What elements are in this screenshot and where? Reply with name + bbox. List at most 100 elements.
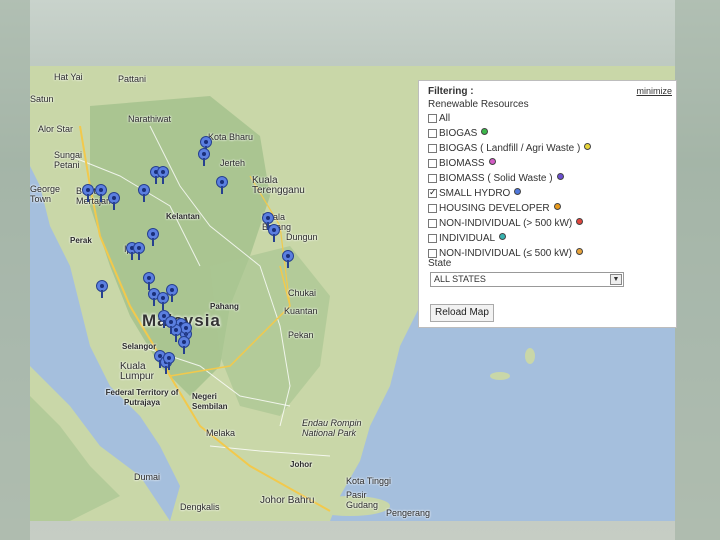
- small-hydro-pin[interactable]: [138, 184, 150, 202]
- reload-map-button[interactable]: Reload Map: [430, 304, 494, 322]
- pin-dot: [204, 140, 208, 144]
- filter-option[interactable]: All: [428, 112, 450, 125]
- small-hydro-pin[interactable]: [178, 336, 190, 354]
- marker-legend-icon: [576, 218, 584, 225]
- pin-tip: [175, 334, 177, 342]
- small-hydro-pin[interactable]: [157, 166, 169, 184]
- place-label: Pattani: [118, 74, 147, 84]
- marker-legend-icon: [499, 233, 507, 240]
- filter-checkbox[interactable]: [428, 204, 437, 213]
- filter-option[interactable]: HOUSING DEVELOPER: [428, 202, 561, 215]
- small-hydro-pin[interactable]: [165, 316, 177, 334]
- pin-tip: [138, 252, 140, 260]
- filter-panel-title: Filtering :: [428, 86, 474, 97]
- pin-tip: [171, 294, 173, 302]
- pin-tip: [113, 202, 115, 210]
- small-hydro-pin[interactable]: [282, 250, 294, 268]
- small-hydro-pin[interactable]: [133, 242, 145, 260]
- marker-legend-icon: [556, 173, 564, 180]
- filter-checkbox[interactable]: [428, 174, 437, 183]
- place-label: Endau Rompin National Park: [302, 418, 362, 438]
- marker-legend-icon: [514, 188, 522, 195]
- pin-tip: [170, 326, 172, 334]
- place-label: Chukai: [288, 288, 317, 298]
- pin-dot: [161, 170, 165, 174]
- place-label: Kuantan: [284, 306, 318, 316]
- pin-dot: [202, 152, 206, 156]
- pin-tip: [287, 260, 289, 268]
- place-label: Jerteh: [220, 158, 246, 168]
- place-label: Dengkalis: [180, 502, 220, 512]
- filter-checkbox[interactable]: [428, 187, 437, 198]
- filter-checkbox[interactable]: [428, 144, 437, 153]
- marker-legend-icon: [488, 158, 496, 165]
- filter-option-label: All: [439, 113, 451, 124]
- small-hydro-pin[interactable]: [198, 148, 210, 166]
- small-hydro-pin[interactable]: [157, 292, 169, 310]
- filter-option[interactable]: BIOGAS: [428, 127, 489, 140]
- marker-legend-icon: [575, 248, 583, 255]
- filter-option-label: SMALL HYDRO: [439, 188, 511, 199]
- pin-tip: [183, 346, 185, 354]
- place-label: Johor Bahru: [260, 495, 315, 506]
- pin-dot: [286, 254, 290, 258]
- small-hydro-pin[interactable]: [96, 280, 108, 298]
- state-select[interactable]: ALL STATES ▼: [430, 272, 624, 287]
- pin-dot: [272, 228, 276, 232]
- small-hydro-pin[interactable]: [163, 352, 175, 370]
- pin-dot: [170, 288, 174, 292]
- place-label: Federal Territory of Putrajaya: [105, 388, 179, 407]
- pin-tip: [273, 234, 275, 242]
- small-hydro-pin[interactable]: [147, 228, 159, 246]
- state-label: State: [428, 258, 452, 269]
- filter-checkbox[interactable]: [428, 249, 437, 258]
- filter-option[interactable]: BIOMASS: [428, 157, 496, 170]
- filter-option-label: BIOGAS: [439, 128, 478, 139]
- place-label: Perak: [70, 236, 92, 245]
- filter-option[interactable]: INDIVIDUAL: [428, 232, 507, 245]
- pin-tip: [203, 158, 205, 166]
- filter-subtitle: Renewable Resources: [428, 99, 529, 110]
- place-label: Pasir Gudang: [346, 490, 379, 510]
- place-label: Dumai: [134, 472, 161, 482]
- pin-dot: [86, 188, 90, 192]
- place-label: George Town: [30, 184, 61, 204]
- filter-checkbox[interactable]: [428, 114, 437, 123]
- filter-checkbox[interactable]: [428, 219, 437, 228]
- pin-tip: [153, 298, 155, 306]
- filter-option[interactable]: SMALL HYDRO: [428, 187, 522, 200]
- filter-option-label: NON-INDIVIDUAL (> 500 kW): [439, 218, 573, 229]
- small-hydro-pin[interactable]: [95, 184, 107, 202]
- pin-tip: [101, 290, 103, 298]
- pin-dot: [220, 180, 224, 184]
- pin-dot: [167, 356, 171, 360]
- small-hydro-pin[interactable]: [108, 192, 120, 210]
- pin-dot: [161, 296, 165, 300]
- place-label: Kuala Lumpur: [120, 361, 154, 382]
- pin-tip: [100, 194, 102, 202]
- filter-panel: Filtering : minimize Renewable Resources…: [418, 80, 677, 328]
- filter-option[interactable]: BIOGAS ( Landfill / Agri Waste ): [428, 142, 592, 155]
- marker-legend-icon: [481, 128, 489, 135]
- place-label: Satun: [30, 94, 54, 104]
- place-label: Alor Star: [38, 124, 74, 134]
- pin-dot: [151, 232, 155, 236]
- pin-dot: [184, 326, 188, 330]
- filter-option-label: INDIVIDUAL: [439, 233, 496, 244]
- pin-tip: [162, 302, 164, 310]
- filter-checkbox[interactable]: [428, 234, 437, 243]
- pin-tip: [168, 362, 170, 370]
- chevron-down-icon[interactable]: ▼: [610, 274, 622, 285]
- filter-option[interactable]: BIOMASS ( Solid Waste ): [428, 172, 564, 185]
- small-hydro-pin[interactable]: [268, 224, 280, 242]
- filter-checkbox[interactable]: [428, 159, 437, 168]
- pin-tip: [221, 186, 223, 194]
- filter-checkbox[interactable]: [428, 129, 437, 138]
- small-hydro-pin[interactable]: [82, 184, 94, 202]
- pin-tip: [143, 194, 145, 202]
- minimize-link[interactable]: minimize: [636, 86, 672, 96]
- filter-option[interactable]: NON-INDIVIDUAL (> 500 kW): [428, 217, 584, 230]
- filter-option-label: HOUSING DEVELOPER: [439, 203, 550, 214]
- small-hydro-pin[interactable]: [216, 176, 228, 194]
- pin-tip: [152, 238, 154, 246]
